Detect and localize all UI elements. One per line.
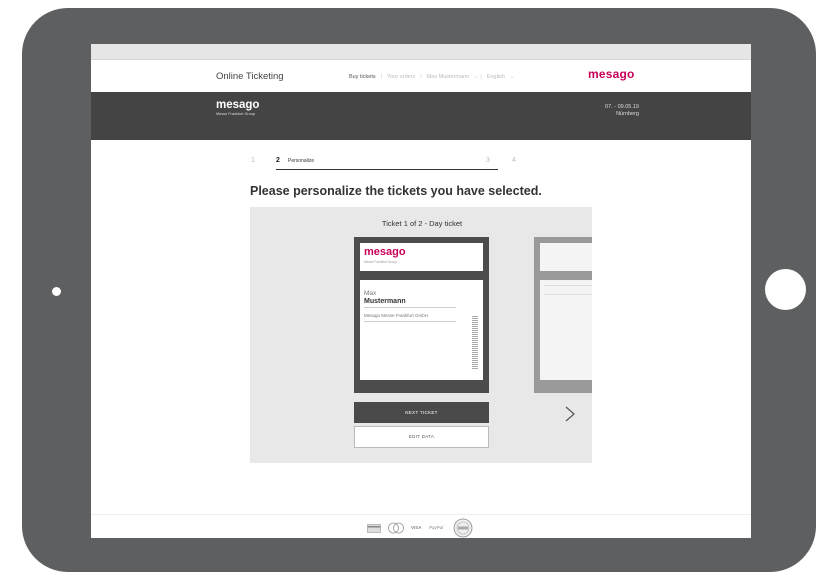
- visa-logo: VISA: [411, 525, 422, 530]
- step-1[interactable]: 1: [251, 157, 255, 164]
- step-3: 3: [486, 157, 490, 164]
- payment-logos: VISA PayPal: [367, 518, 487, 538]
- top-nav: Buy tickets | Your orders | Max Mustermann ⌄ …: [349, 74, 519, 80]
- ticket-body: Max Mustermann Mesago Messe Frankfurt Gm…: [360, 280, 483, 380]
- paypal-logo: PayPal: [429, 525, 444, 530]
- preview-body: [540, 280, 592, 380]
- nav-separator: ⌄ |: [474, 74, 482, 80]
- nav-your-orders[interactable]: Your orders: [387, 74, 415, 80]
- event-date: 07. - 09.05.19 Nürnberg: [605, 104, 639, 118]
- chevron-right-icon[interactable]: [563, 405, 577, 423]
- step-2: 2: [276, 157, 280, 164]
- ticket-first-name: Max: [364, 290, 377, 297]
- ticket-last-name: Mustermann: [364, 298, 406, 305]
- ticket-title: Ticket 1 of 2 - Day ticket: [381, 219, 463, 228]
- hero-logo: mesago: [216, 99, 260, 111]
- chevron-down-icon: ⌄: [509, 74, 515, 80]
- nav-buy-tickets[interactable]: Buy tickets: [349, 74, 376, 80]
- next-ticket-button[interactable]: NEXT TICKET: [354, 402, 489, 423]
- step-underline: [276, 169, 498, 170]
- mastercard-icon: [388, 522, 404, 534]
- divider: [544, 294, 592, 295]
- step-2-label: Personalize: [288, 158, 315, 164]
- hero-logo-sub: Messe Frankfurt Group: [216, 112, 256, 116]
- footer-divider: [91, 514, 751, 515]
- next-ticket-preview[interactable]: [534, 237, 592, 393]
- step-4: 4: [512, 157, 516, 164]
- event-date-range: 07. - 09.05.19: [605, 104, 639, 110]
- app-title: Online Ticketing: [216, 71, 284, 82]
- top-bar: Online Ticketing Buy tickets | Your orders…: [91, 61, 751, 92]
- page-headline: Please personalize the tickets you have …: [250, 184, 542, 198]
- home-button[interactable]: [765, 269, 806, 310]
- brand-logo[interactable]: mesago: [588, 67, 635, 81]
- barcode-icon: [472, 316, 478, 370]
- ticket-company: Mesago Messe Frankfurt GmbH: [364, 313, 429, 318]
- nav-language[interactable]: English: [487, 74, 505, 80]
- ticket-logo-sub: Messe Frankfurt Group: [364, 260, 397, 264]
- divider: [544, 285, 592, 286]
- nav-user-menu[interactable]: Max Mustermann: [427, 74, 470, 80]
- step-indicator: 1 2 Personalize 3 4: [251, 157, 521, 171]
- ticket-logo-box: mesago Messe Frankfurt Group: [360, 243, 483, 271]
- hero-banner: mesago Messe Frankfurt Group 07. - 09.05…: [91, 92, 751, 140]
- event-city: Nürnberg: [616, 111, 639, 117]
- ticket-logo: mesago: [364, 246, 406, 258]
- divider: [364, 307, 456, 308]
- camera-dot: [52, 287, 61, 296]
- ticket-card: mesago Messe Frankfurt Group Max Musterm…: [354, 237, 489, 393]
- screen: Online Ticketing Buy tickets | Your orders…: [91, 44, 751, 538]
- browser-bar: [91, 44, 751, 60]
- nav-separator: |: [420, 74, 422, 80]
- preview-logo-box: [540, 243, 592, 271]
- edit-data-button[interactable]: EDIT DATA: [354, 426, 489, 448]
- ticket-panel: Ticket 1 of 2 - Day ticket mesago Messe …: [250, 207, 592, 463]
- card-icon: [367, 524, 381, 533]
- divider: [364, 321, 456, 322]
- badge-icon: [453, 518, 473, 538]
- nav-separator: |: [380, 74, 383, 80]
